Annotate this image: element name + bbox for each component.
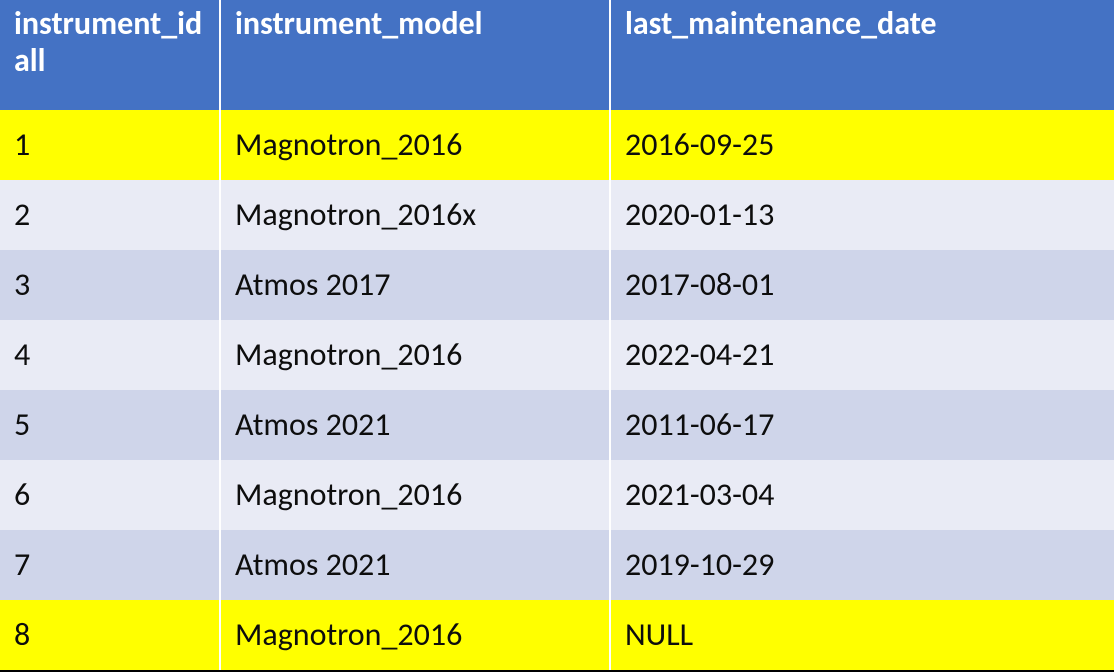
table-row: 7 Atmos 2021 2019-10-29 [0,530,1114,600]
cell-instrument-id: 5 [0,390,220,460]
table-header-row: instrument_id all instrument_model last_… [0,0,1114,110]
cell-last-maintenance-date: 2011-06-17 [610,390,1114,460]
table-row: 8 Magnotron_2016 NULL [0,600,1114,670]
cell-instrument-model: Magnotron_2016 [220,110,610,180]
data-table: instrument_id all instrument_model last_… [0,0,1114,670]
cell-instrument-id: 6 [0,460,220,530]
column-header-instrument-model: instrument_model [220,0,610,110]
cell-instrument-id: 1 [0,110,220,180]
cell-instrument-model: Magnotron_2016 [220,320,610,390]
cell-last-maintenance-date: 2019-10-29 [610,530,1114,600]
cell-instrument-id: 2 [0,180,220,250]
table-row: 2 Magnotron_2016x 2020-01-13 [0,180,1114,250]
table-row: 6 Magnotron_2016 2021-03-04 [0,460,1114,530]
cell-last-maintenance-date: 2021-03-04 [610,460,1114,530]
cell-last-maintenance-date: 2017-08-01 [610,250,1114,320]
cell-last-maintenance-date: 2020-01-13 [610,180,1114,250]
cell-instrument-id: 4 [0,320,220,390]
cell-instrument-model: Magnotron_2016 [220,460,610,530]
column-header-instrument-id: instrument_id all [0,0,220,110]
cell-instrument-model: Atmos 2017 [220,250,610,320]
cell-instrument-id: 8 [0,600,220,670]
cell-last-maintenance-date: NULL [610,600,1114,670]
cell-instrument-id: 3 [0,250,220,320]
data-table-container: instrument_id all instrument_model last_… [0,0,1114,672]
cell-instrument-model: Magnotron_2016x [220,180,610,250]
cell-last-maintenance-date: 2016-09-25 [610,110,1114,180]
cell-instrument-model: Magnotron_2016 [220,600,610,670]
table-row: 1 Magnotron_2016 2016-09-25 [0,110,1114,180]
cell-instrument-id: 7 [0,530,220,600]
table-row: 5 Atmos 2021 2011-06-17 [0,390,1114,460]
cell-instrument-model: Atmos 2021 [220,530,610,600]
table-row: 4 Magnotron_2016 2022-04-21 [0,320,1114,390]
cell-last-maintenance-date: 2022-04-21 [610,320,1114,390]
cell-instrument-model: Atmos 2021 [220,390,610,460]
column-header-last-maintenance-date: last_maintenance_date [610,0,1114,110]
table-row: 3 Atmos 2017 2017-08-01 [0,250,1114,320]
